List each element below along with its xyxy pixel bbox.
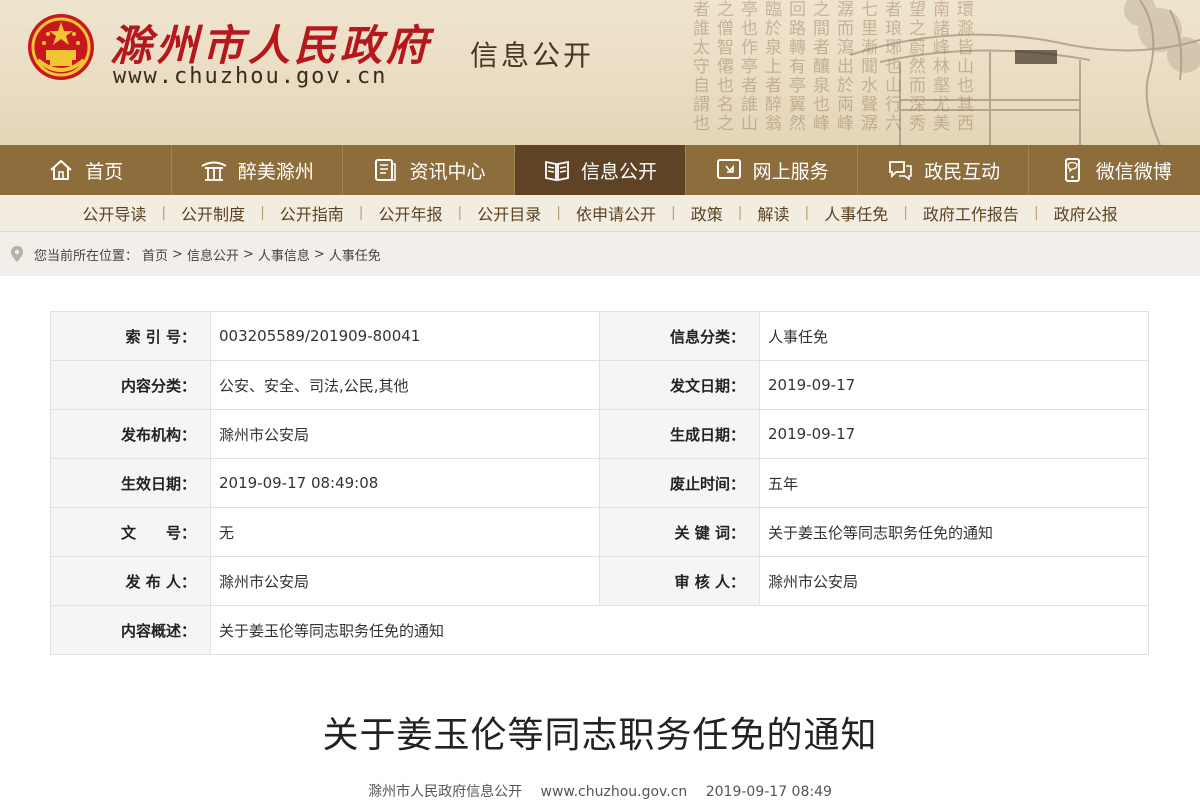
- subnav-item[interactable]: 公开指南: [265, 201, 359, 225]
- table-row: 索 引 号： 003205589/201909-80041 信息分类： 人事任免: [50, 311, 1149, 361]
- breadcrumb-link-appointments[interactable]: 人事任免: [329, 245, 381, 264]
- meta-key: 废止时间：: [599, 458, 760, 508]
- meta-value: 公安、安全、司法,公民,其他: [210, 360, 600, 410]
- subnav-item[interactable]: 政府工作报告: [908, 201, 1034, 225]
- meta-key: 索 引 号：: [50, 311, 211, 361]
- subnav-item[interactable]: 人事任免: [809, 201, 903, 225]
- breadcrumb: 您当前所在位置： 首页 > 信息公开 > 人事信息 > 人事任免: [0, 232, 1200, 276]
- nav-item-label: 首页: [85, 160, 124, 183]
- book-icon: [545, 160, 569, 182]
- nav-item-home[interactable]: 首页: [0, 145, 172, 195]
- meta-value: 关于姜玉伦等同志职务任免的通知: [759, 507, 1149, 557]
- meta-value: 2019-09-17: [759, 409, 1149, 459]
- meta-value: 滁州市公安局: [759, 556, 1149, 606]
- subnav-item[interactable]: 政府公报: [1039, 201, 1133, 225]
- breadcrumb-prefix: 您当前所在位置：: [34, 248, 139, 264]
- breadcrumb-separator: >: [242, 246, 254, 262]
- nav-item-label: 资讯中心: [409, 160, 486, 183]
- meta-value: 人事任免: [759, 311, 1149, 361]
- breadcrumb-link-disclosure[interactable]: 信息公开: [187, 245, 239, 264]
- meta-key: 内容概述：: [50, 605, 211, 655]
- nav-item-label: 政民互动: [924, 160, 1001, 183]
- meta-key: 发文日期：: [599, 360, 760, 410]
- meta-value: 五年: [759, 458, 1149, 508]
- meta-key: 生效日期：: [50, 458, 211, 508]
- meta-key: 文 号：: [50, 507, 211, 557]
- nav-item-label: 网上服务: [752, 160, 829, 183]
- pavilion-icon: [201, 161, 227, 181]
- nav-item-wechat-weibo[interactable]: 微信微博: [1029, 145, 1200, 195]
- meta-key: 内容分类：: [50, 360, 211, 410]
- breadcrumb-link-personnel[interactable]: 人事信息: [258, 245, 310, 264]
- meta-value: 003205589/201909-80041: [210, 311, 600, 361]
- meta-value: 无: [210, 507, 600, 557]
- breadcrumb-link-home[interactable]: 首页: [142, 245, 168, 264]
- meta-value: 2019-09-17: [759, 360, 1149, 410]
- subnav-item[interactable]: 解读: [742, 201, 804, 225]
- article-info: 滁州市人民政府信息公开 www.chuzhou.gov.cn 2019-09-1…: [0, 781, 1200, 801]
- article-title: 关于姜玉伦等同志职务任免的通知: [322, 715, 878, 756]
- meta-key: 信息分类：: [599, 311, 760, 361]
- breadcrumb-separator: >: [172, 246, 183, 262]
- meta-value: 滁州市公安局: [210, 556, 600, 606]
- site-header: 環滁皆山也其西南諸峰林壑尤美望之蔚然而深秀者琅琊也山行六七里漸聞水聲潺潺而瀉出於…: [0, 0, 1200, 145]
- meta-key: 生成日期：: [599, 409, 760, 459]
- table-row: 文 号： 无 关 键 词： 关于姜玉伦等同志职务任免的通知: [50, 507, 1149, 557]
- national-emblem-icon: [28, 14, 94, 80]
- table-row: 内容分类： 公安、安全、司法,公民,其他 发文日期： 2019-09-17: [50, 360, 1149, 410]
- breadcrumb-separator: >: [313, 246, 325, 262]
- article-site: www.chuzhou.gov.cn: [540, 784, 688, 800]
- main-navigation: 首页 醉美滁州 资讯中心 信息公开 网上服务 政民互动 微信微博: [0, 145, 1200, 195]
- table-row: 发布机构： 滁州市公安局 生成日期： 2019-09-17: [50, 409, 1149, 459]
- service-icon: [716, 159, 741, 179]
- subnav-item[interactable]: 依申请公开: [561, 201, 671, 225]
- meta-key: 发 布 人：: [50, 556, 211, 606]
- sub-navigation: 公开导读 | 公开制度 | 公开指南 | 公开年报 | 公开目录 | 依申请公开 | 政策 |…: [0, 195, 1200, 232]
- meta-key: 发布机构：: [50, 409, 211, 459]
- mobile-icon: [1064, 158, 1080, 182]
- nav-item-label: 微信微博: [1095, 160, 1172, 183]
- nav-item-interaction[interactable]: 政民互动: [858, 145, 1030, 195]
- nav-item-label: 信息公开: [581, 160, 658, 183]
- document-icon: [375, 159, 397, 181]
- nav-item-online-service[interactable]: 网上服务: [686, 145, 858, 195]
- location-pin-icon: [11, 246, 23, 262]
- document-metadata-table: 索 引 号： 003205589/201909-80041 信息分类： 人事任免…: [50, 311, 1149, 655]
- pavilion-illustration: [849, 0, 1200, 145]
- meta-value: 滁州市公安局: [210, 409, 600, 459]
- nav-item-label: 醉美滁州: [237, 160, 314, 183]
- article-source: 滁州市人民政府信息公开: [368, 784, 523, 800]
- section-label: 信息公开: [470, 39, 595, 72]
- subnav-item[interactable]: 政策: [676, 201, 738, 225]
- nav-item-scenic[interactable]: 醉美滁州: [172, 145, 344, 195]
- subnav-item[interactable]: 公开目录: [462, 201, 556, 225]
- subnav-item[interactable]: 公开导读: [67, 201, 161, 225]
- subnav-item[interactable]: 公开年报: [364, 201, 458, 225]
- table-row: 生效日期： 2019-09-17 08:49:08 废止时间： 五年: [50, 458, 1149, 508]
- nav-item-news[interactable]: 资讯中心: [343, 145, 515, 195]
- chat-icon: [889, 161, 912, 181]
- nav-item-disclosure[interactable]: 信息公开: [514, 145, 687, 195]
- meta-key: 关 键 词：: [599, 507, 760, 557]
- meta-value: 2019-09-17 08:49:08: [210, 458, 600, 508]
- meta-key: 审 核 人：: [599, 556, 760, 606]
- table-row: 内容概述： 关于姜玉伦等同志职务任免的通知: [50, 605, 1149, 655]
- meta-value: 关于姜玉伦等同志职务任免的通知: [210, 605, 1149, 655]
- article-datetime: 2019-09-17 08:49: [705, 784, 832, 800]
- subnav-item[interactable]: 公开制度: [166, 201, 260, 225]
- home-icon: [50, 159, 72, 180]
- site-url: www.chuzhou.gov.cn: [113, 64, 388, 89]
- table-row: 发 布 人： 滁州市公安局 审 核 人： 滁州市公安局: [50, 556, 1149, 606]
